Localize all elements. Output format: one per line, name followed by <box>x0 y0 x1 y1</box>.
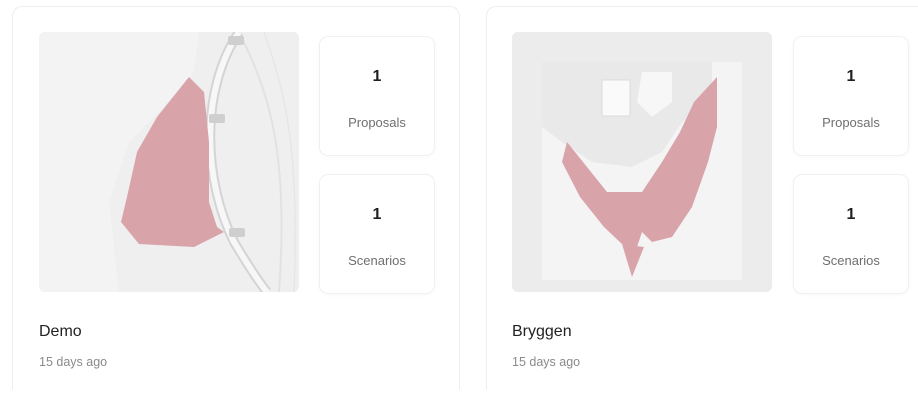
scenarios-stat[interactable]: 1 Scenarios <box>320 175 434 293</box>
scenarios-stat[interactable]: 1 Scenarios <box>794 175 908 293</box>
scenarios-count: 1 <box>372 206 382 223</box>
proposals-label: Proposals <box>822 115 880 130</box>
project-updated: 15 days ago <box>39 355 108 369</box>
scenarios-count: 1 <box>846 206 856 223</box>
project-card-demo[interactable]: 1 Proposals 1 Scenarios Demo 15 days ago <box>12 6 460 390</box>
project-title[interactable]: Bryggen <box>512 323 572 341</box>
project-updated: 15 days ago <box>512 355 581 369</box>
scenarios-label: Scenarios <box>822 253 880 268</box>
map-image <box>39 32 299 292</box>
proposals-stat[interactable]: 1 Proposals <box>794 37 908 155</box>
proposals-stat[interactable]: 1 Proposals <box>320 37 434 155</box>
project-card-bryggen[interactable]: 1 Proposals 1 Scenarios Bryggen 15 days … <box>486 6 918 390</box>
proposals-label: Proposals <box>348 115 406 130</box>
map-image <box>512 32 772 292</box>
scenarios-label: Scenarios <box>348 253 406 268</box>
map-thumbnail <box>512 32 772 292</box>
project-title[interactable]: Demo <box>39 323 82 341</box>
map-thumbnail <box>39 32 299 292</box>
proposals-count: 1 <box>372 68 382 85</box>
proposals-count: 1 <box>846 68 856 85</box>
